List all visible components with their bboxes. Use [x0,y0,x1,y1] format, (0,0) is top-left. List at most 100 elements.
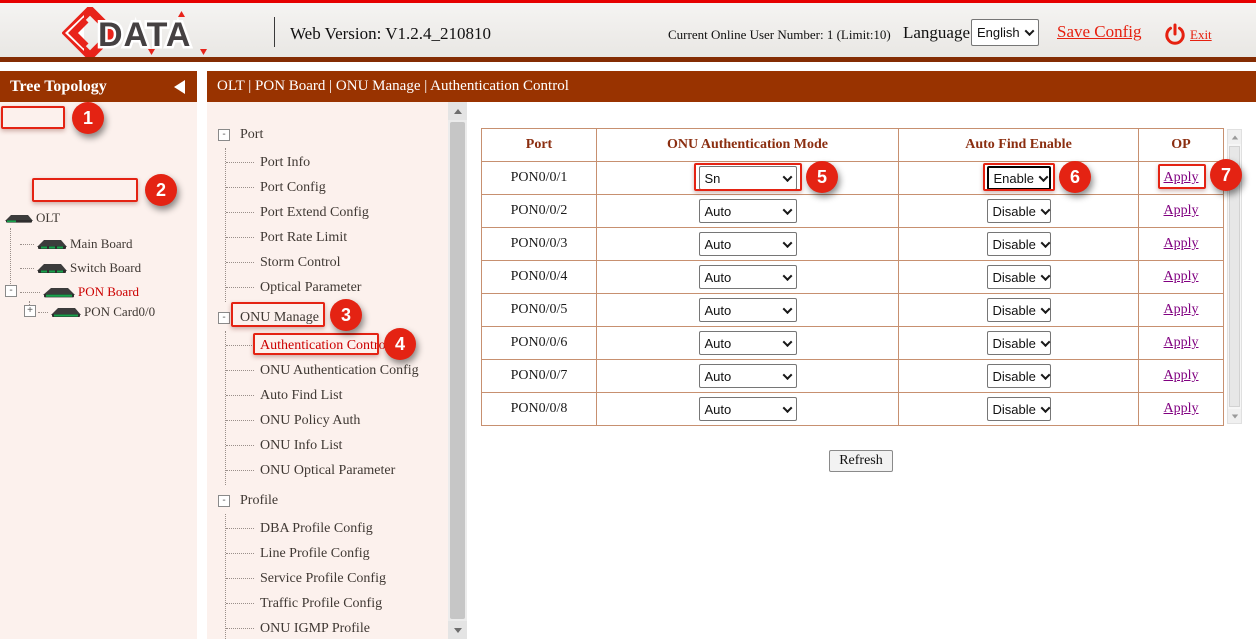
tree-dash [20,268,34,269]
table-row: PON0/0/3 Auto Disable Apply [482,228,1224,261]
language-select-value: English [977,25,1020,40]
power-icon[interactable] [1164,22,1186,46]
nav-item-auto-find-list[interactable]: Auto Find List [226,383,448,408]
chevron-down-icon [782,370,792,380]
nav-item-port[interactable]: - Port [207,121,448,148]
scrollbar-thumb[interactable] [1229,146,1240,407]
apply-link[interactable]: Apply [1164,302,1199,317]
table-scrollbar[interactable] [1227,129,1242,424]
nav-item-storm-control[interactable]: Storm Control [226,250,448,275]
collapse-toggle-icon[interactable]: - [218,129,230,141]
sidebar-item-olt[interactable]: OLT [2,208,60,228]
exit-link[interactable]: Exit [1190,27,1212,43]
online-user-text: Current Online User Number: 1 (Limit:10) [668,27,891,43]
tree-dash [38,312,48,313]
auth-mode-select[interactable]: Auto [699,331,797,355]
auth-mode-select[interactable]: Auto [699,265,797,289]
port-cell: PON0/0/5 [482,294,597,327]
scroll-up-icon[interactable] [1228,130,1241,144]
apply-link[interactable]: Apply [1164,203,1199,218]
scrollbar-thumb[interactable] [450,122,465,619]
collapse-toggle-icon[interactable]: - [218,495,230,507]
apply-link[interactable]: Apply [1164,236,1199,251]
nav-item-line-profile-config[interactable]: Line Profile Config [226,541,448,566]
auth-mode-select[interactable]: Auto [699,397,797,421]
header-bar: DATA Web Version: V1.2.4_210810 Current … [0,3,1256,57]
language-select[interactable]: English [971,19,1039,46]
col-header-port: Port [482,129,597,162]
tree-topology-title: Tree Topology [10,78,107,96]
nav-item-port-rate-limit[interactable]: Port Rate Limit [226,225,448,250]
sidebar-item-switch-board[interactable]: Switch Board [20,258,141,278]
table-row: PON0/0/4 Auto Disable Apply [482,261,1224,294]
olt-device-icon [4,213,34,224]
apply-link[interactable]: Apply [1164,269,1199,284]
header-divider [274,17,275,47]
tree-dash [20,244,34,245]
scroll-down-icon[interactable] [448,621,467,639]
cdata-logo-icon: DATA [62,7,222,59]
tree-topology-panel: OLT Main Board Swit [0,102,197,639]
auto-find-select[interactable]: Disable [987,331,1051,355]
nav-item-port-info[interactable]: Port Info [226,150,448,175]
scroll-up-icon[interactable] [448,102,467,120]
sidebar-item-label: Main Board [70,236,132,252]
chevron-down-icon [782,271,792,281]
auto-find-select[interactable]: Disable [987,199,1051,223]
sidebar-item-label: PON Card0/0 [84,304,155,320]
breadcrumb: OLT | PON Board | ONU Manage | Authentic… [207,71,1256,102]
nav-item-dba-profile-config[interactable]: DBA Profile Config [226,516,448,541]
collapse-toggle-pon-board[interactable]: - [5,285,17,297]
sidebar-item-main-board[interactable]: Main Board [20,234,132,254]
nav-item-port-config[interactable]: Port Config [226,175,448,200]
nav-item-onu-info-list[interactable]: ONU Info List [226,433,448,458]
web-version-text: Web Version: V1.2.4_210810 [290,24,491,44]
auto-find-select[interactable]: Disable [987,232,1051,256]
auto-find-select[interactable]: Disable [987,298,1051,322]
nav-item-optical-parameter[interactable]: Optical Parameter [226,275,448,300]
nav-item-traffic-profile-config[interactable]: Traffic Profile Config [226,591,448,616]
chevron-down-icon [1025,26,1035,36]
nav-item-onu-optical-parameter[interactable]: ONU Optical Parameter [226,458,448,483]
chevron-down-icon [1040,337,1050,347]
apply-link[interactable]: Apply [1164,401,1199,416]
svg-text:DATA: DATA [98,16,191,54]
board-device-icon [36,238,68,250]
apply-link[interactable]: Apply [1164,335,1199,350]
apply-link[interactable]: Apply [1164,368,1199,383]
auth-mode-select[interactable]: Auto [699,298,797,322]
auth-mode-select[interactable]: Sn [699,166,797,190]
expand-toggle-pon-card[interactable]: + [24,305,36,317]
save-config-link[interactable]: Save Config [1057,22,1142,42]
nav-item-onu-authentication-config[interactable]: ONU Authentication Config [226,358,448,383]
tree-connector [10,228,11,292]
apply-link[interactable]: Apply [1164,170,1199,185]
auth-mode-select[interactable]: Auto [699,232,797,256]
auto-find-select[interactable]: Disable [987,265,1051,289]
sidebar-item-label: Switch Board [70,260,141,276]
scroll-down-icon[interactable] [1228,409,1241,423]
auto-find-select[interactable]: Disable [987,397,1051,421]
auto-find-select[interactable]: Disable [987,364,1051,388]
nav-item-profile[interactable]: - Profile [207,487,448,514]
nav-item-onu-igmp-profile[interactable]: ONU IGMP Profile [226,616,448,639]
sidebar-item-pon-card[interactable]: PON Card0/0 [38,302,155,322]
collapse-toggle-icon[interactable]: - [218,312,230,324]
nav-item-onu-policy-auth[interactable]: ONU Policy Auth [226,408,448,433]
nav-item-port-extend-config[interactable]: Port Extend Config [226,200,448,225]
nav-scrollbar[interactable] [448,102,467,639]
auto-find-select[interactable]: Enable [987,166,1051,190]
refresh-button[interactable]: Refresh [829,450,893,472]
collapse-panel-icon[interactable] [174,80,185,94]
auth-mode-select[interactable]: Auto [699,364,797,388]
chevron-down-icon [782,337,792,347]
port-cell: PON0/0/7 [482,360,597,393]
nav-item-onu-manage[interactable]: - ONU Manage [207,304,448,331]
port-cell: PON0/0/3 [482,228,597,261]
sidebar-item-pon-board[interactable]: PON Board [20,282,139,302]
table-row: PON0/0/2 Auto Disable Apply [482,195,1224,228]
nav-item-service-profile-config[interactable]: Service Profile Config [226,566,448,591]
col-header-op: OP [1139,129,1224,162]
auth-mode-select[interactable]: Auto [699,199,797,223]
nav-item-authentication-control[interactable]: Authentication Control [226,333,448,358]
